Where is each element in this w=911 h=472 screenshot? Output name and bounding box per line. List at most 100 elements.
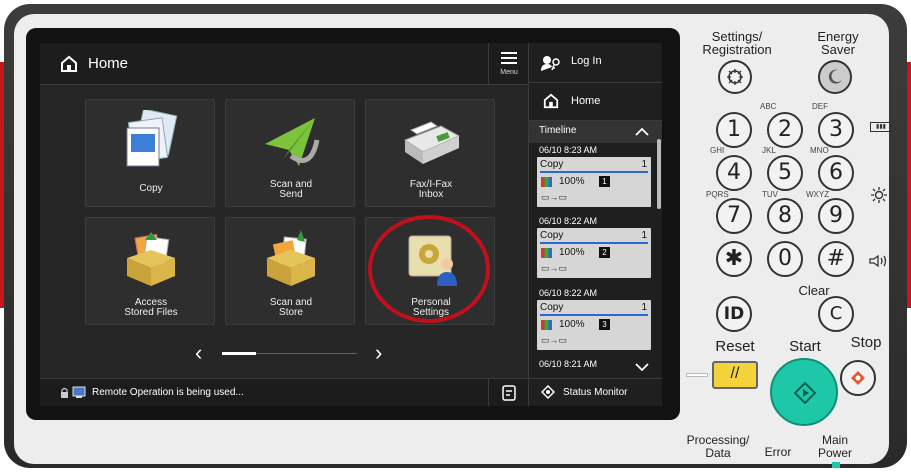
scan-and-store-label: Scan and Store [269,297,313,318]
color-mode-icon [541,177,552,187]
settings-icon [727,69,743,85]
job-time: 06/10 8:22 AM [539,216,598,226]
menu-button[interactable]: Menu [488,43,528,85]
moon-icon [828,69,842,84]
copy-icon [126,110,178,167]
key-4[interactable]: 4 [716,155,752,191]
job-time: 06/10 8:21 AM [539,359,598,369]
login-key-icon [541,56,560,71]
job-number-badge: 2 [599,247,610,258]
chevron-up-icon [635,127,649,136]
stop-label: Stop [850,334,882,351]
job-card[interactable]: Copy 1 100% 2 ▭→▭ [537,228,651,278]
key-7[interactable]: 7 [716,198,752,234]
sidebar-home-button[interactable]: Home [529,83,662,121]
copy-label: Copy [139,183,163,194]
lock-icon [61,387,68,398]
counter-check-icon: ▮▮▮ [870,122,892,132]
status-bar: Remote Operation is being used... [40,378,528,406]
key-8-letters: TUV [762,190,778,199]
processing-data-label: Processing/ Data [686,433,750,460]
start-icon [794,382,816,404]
scan-and-send-tile[interactable]: Scan and Send [225,99,355,207]
energy-saver-label: Energy Saver [817,29,859,57]
job-card[interactable]: Copy 1 100% 3 ▭→▭ [537,300,651,350]
job-count: 1 [641,159,647,170]
start-button[interactable] [770,358,838,426]
scan-and-store-tile[interactable]: Scan and Store [225,217,355,325]
job-list-icon [502,385,516,401]
error-label: Error [764,445,792,459]
fax-inbox-label: Fax/I-Fax Inbox [409,179,453,200]
login-button[interactable]: Log In [529,43,662,83]
volume-icon[interactable] [868,254,890,268]
sidebar-home-label: Home [571,95,601,107]
main-power-label: Main Power [817,433,852,460]
copy-tile[interactable]: Copy [85,99,215,207]
key-7-letters: PQRS [706,190,729,199]
color-mode-icon [541,248,552,258]
key-9-letters: WXYZ [806,190,830,199]
status-text: Remote Operation is being used... [92,387,244,398]
job-divider [540,242,648,244]
scan-store-box-icon [267,230,315,286]
job-list-button[interactable] [488,379,528,406]
job-number-badge: 3 [599,319,610,330]
key-3[interactable]: 3 [818,112,854,148]
reset-button[interactable]: // [712,361,758,389]
page-next-arrow[interactable]: › [375,340,382,366]
fax-machine-icon [403,121,461,164]
hamburger-icon [501,52,517,64]
menu-label: Menu [500,69,518,76]
clear-button[interactable]: C [818,296,854,332]
page-prev-arrow[interactable]: ‹ [195,340,202,366]
energy-saver-button[interactable] [818,60,852,94]
stop-button[interactable] [840,360,876,396]
stop-icon [851,371,865,385]
job-name: Copy [540,230,564,241]
settings-registration-label: Settings/ Registration [702,29,772,57]
job-divider [540,171,648,173]
chevron-down-icon[interactable] [635,363,649,372]
fax-inbox-tile[interactable]: Fax/I-Fax Inbox [365,99,495,207]
duplex-icon: ▭→▭ [541,263,568,273]
access-stored-files-tile[interactable]: Access Stored Files [85,217,215,325]
job-count: 1 [641,230,647,241]
id-button[interactable]: ID [716,296,752,332]
timeline-scrollbar[interactable] [657,139,661,209]
page-indicator-current [222,352,256,355]
status-monitor-icon [541,385,555,399]
job-name: Copy [540,159,564,170]
status-monitor-button[interactable]: Status Monitor [529,378,662,406]
key-6[interactable]: 6 [818,155,854,191]
key-8[interactable]: 8 [767,198,803,234]
key-5[interactable]: 5 [767,155,803,191]
duplex-icon: ▭→▭ [541,192,568,202]
settings-registration-button[interactable] [718,60,752,94]
job-zoom: 100% [559,319,585,330]
key-0[interactable]: 0 [767,241,803,277]
key-2-letters: ABC [760,102,777,111]
job-card[interactable]: Copy 1 100% 1 ▭→▭ [537,157,651,207]
paper-plane-icon [265,118,320,166]
start-label: Start [789,338,821,355]
key-2[interactable]: 2 [767,112,803,148]
key-3-letters: DEF [812,102,828,111]
job-zoom: 100% [559,176,585,187]
brightness-icon[interactable] [870,186,888,204]
timeline-header[interactable]: Timeline [529,121,662,143]
sidebar: Log In Home Timeline 06/10 8:23 AM Copy … [528,43,662,406]
key-1[interactable]: 1 [716,112,752,148]
key-hash[interactable]: # [818,241,854,277]
job-time: 06/10 8:22 AM [539,288,598,298]
job-name: Copy [540,302,564,313]
home-icon [543,93,559,109]
key-9[interactable]: 9 [818,198,854,234]
key-asterisk[interactable]: ✱ [716,241,752,277]
job-zoom: 100% [559,247,585,258]
main-power-indicator [832,462,840,468]
job-time: 06/10 8:23 AM [539,145,598,155]
duplex-icon: ▭→▭ [541,335,568,345]
page-title: Home [88,55,129,72]
clear-label: Clear [798,283,830,298]
